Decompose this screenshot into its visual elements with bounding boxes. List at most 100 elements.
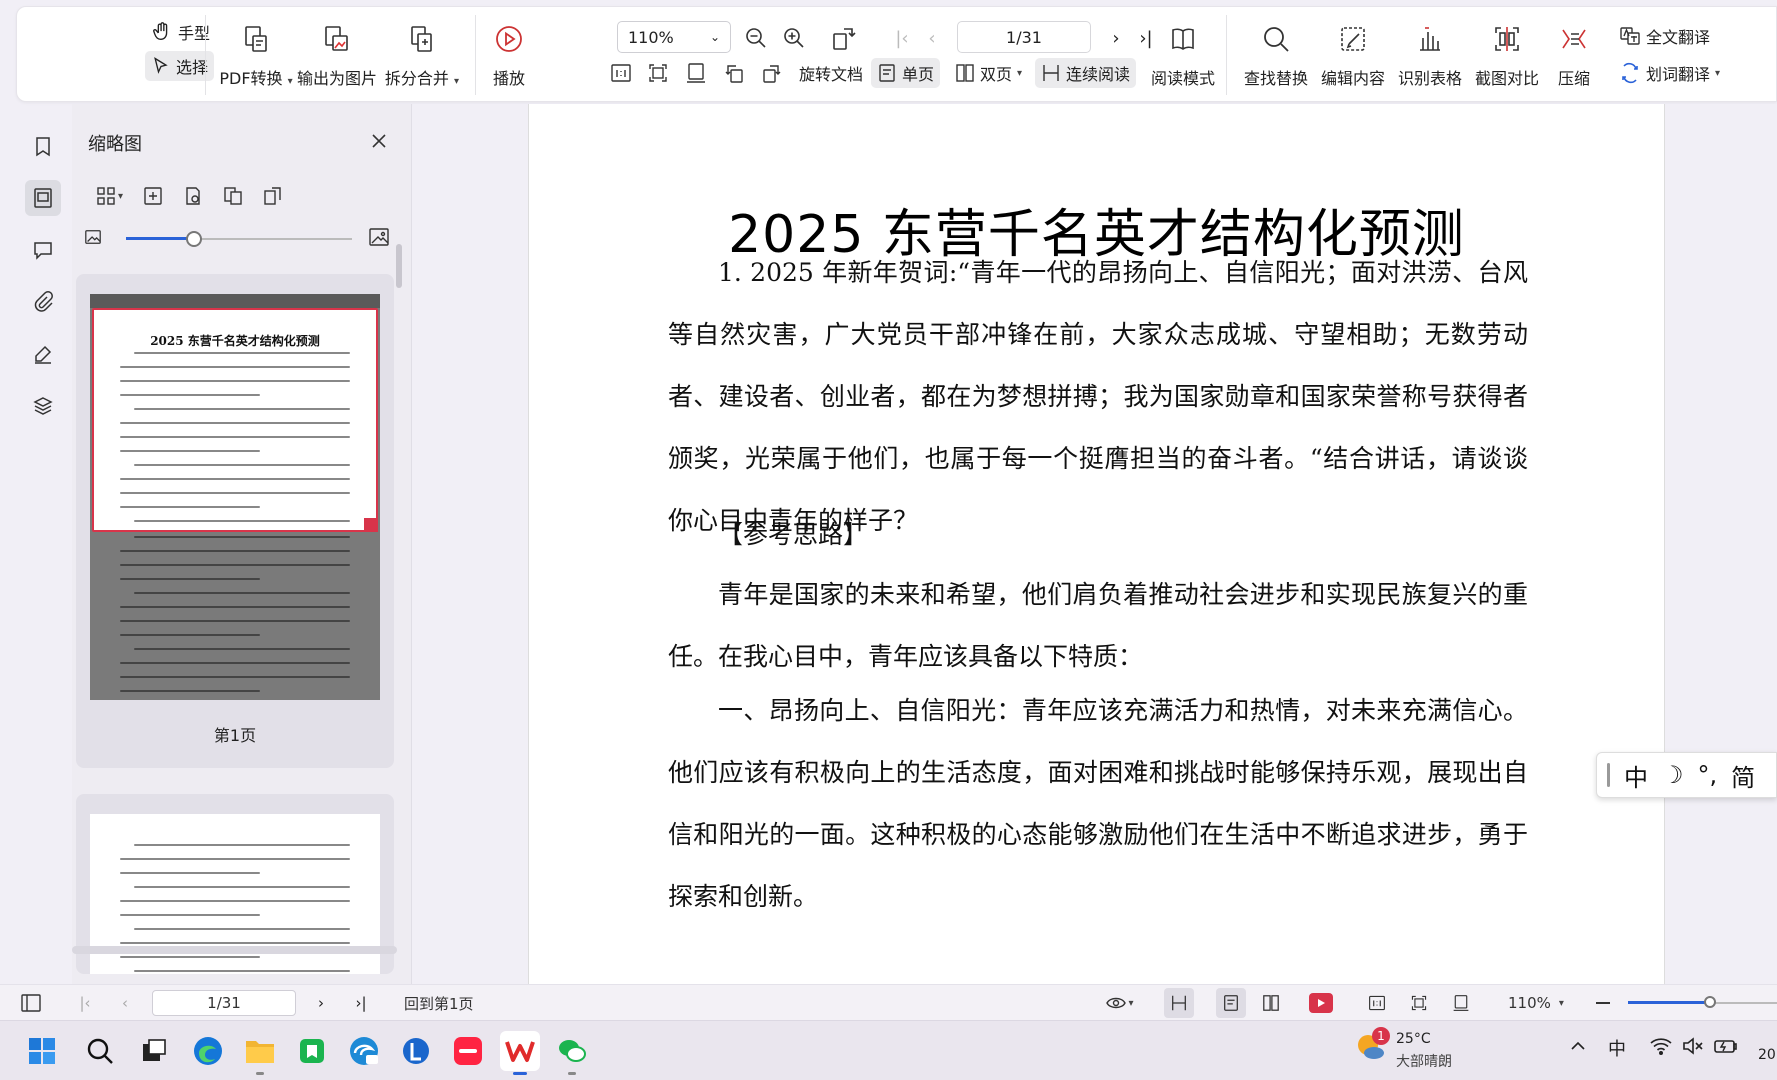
find-replace-button[interactable]: 查找替换: [1237, 19, 1315, 89]
status-continuous-button[interactable]: [1164, 988, 1194, 1018]
word-translate-button[interactable]: 划词翻译 ▾: [1613, 58, 1726, 88]
ime-moon-icon[interactable]: ☽: [1662, 761, 1684, 789]
ime-punct-toggle[interactable]: °,: [1698, 761, 1718, 789]
play-button[interactable]: 播放: [479, 19, 539, 89]
battery-icon[interactable]: [1714, 1037, 1738, 1055]
recognize-table-button[interactable]: 识别表格: [1391, 19, 1469, 89]
fit-width-button[interactable]: [681, 58, 711, 88]
back-to-first-link[interactable]: 回到第1页: [404, 991, 474, 1015]
thumbnail-text-line: [120, 380, 350, 382]
thumbnail-text-line: [134, 970, 350, 972]
lenovo-app[interactable]: [396, 1031, 436, 1071]
toggle-sidebar-button[interactable]: [16, 988, 46, 1018]
volume-muted-icon[interactable]: [1682, 1037, 1704, 1055]
zoom-select[interactable]: 110% ⌄: [617, 21, 731, 53]
large-thumbnail-icon[interactable]: [368, 226, 390, 248]
rotate-right-button[interactable]: [757, 58, 787, 88]
zoom-out-button[interactable]: [741, 23, 771, 53]
comments-button[interactable]: [25, 232, 61, 268]
next-page-button[interactable]: ›: [1101, 23, 1131, 53]
first-page-button[interactable]: |‹: [887, 23, 917, 53]
full-translate-button[interactable]: 全文翻译: [1613, 21, 1716, 51]
attachments-button[interactable]: [25, 284, 61, 320]
actual-size-button[interactable]: [606, 58, 636, 88]
fit-page-button[interactable]: [643, 58, 673, 88]
file-explorer-app[interactable]: [240, 1031, 280, 1075]
edit-content-button[interactable]: 编辑内容: [1314, 19, 1392, 89]
ime-drag-handle[interactable]: [1607, 763, 1610, 787]
thumbnail-text-line: [134, 464, 350, 466]
zoom-slider-handle[interactable]: [1703, 996, 1716, 1008]
thumbnail-hscrollbar[interactable]: [72, 946, 397, 954]
edge-ai-app[interactable]: [344, 1031, 384, 1071]
prev-page-button[interactable]: ‹: [917, 23, 947, 53]
wifi-icon[interactable]: [1650, 1037, 1672, 1055]
rotate-left-button[interactable]: [719, 58, 749, 88]
thumbnail-card-1[interactable]: 2025 东营千名英才结构化预测 第1页: [76, 274, 394, 768]
weather-widget-icon[interactable]: 1: [1354, 1027, 1390, 1069]
signature-button[interactable]: [25, 336, 61, 372]
grid-view-icon[interactable]: ▾: [96, 186, 123, 206]
zoom-select-value: 110%: [628, 27, 674, 47]
screenshot-compare-button[interactable]: 截图对比: [1468, 19, 1546, 89]
status-zoom-slider[interactable]: [1628, 996, 1777, 1008]
layers-button[interactable]: [25, 388, 61, 424]
select-tool-button[interactable]: 选择: [145, 51, 215, 81]
tray-ime-indicator[interactable]: 中: [1608, 1035, 1626, 1061]
status-next-page-button[interactable]: ›: [306, 988, 336, 1018]
slider-handle[interactable]: [185, 231, 202, 247]
status-play-button[interactable]: [1306, 988, 1336, 1018]
extract-page-icon[interactable]: [263, 186, 283, 206]
small-thumbnail-icon[interactable]: [84, 228, 102, 246]
zoom-in-button[interactable]: [779, 23, 809, 53]
eye-mode-button[interactable]: ▾: [1098, 988, 1142, 1018]
status-page-input[interactable]: 1/31: [152, 990, 296, 1016]
status-zoom-out-button[interactable]: [1588, 988, 1618, 1018]
tray-overflow-icon[interactable]: [1570, 1041, 1586, 1051]
compress-button[interactable]: 压缩: [1545, 19, 1603, 89]
export-image-button[interactable]: 输出为图片: [295, 19, 379, 89]
page-number-input[interactable]: 1/31: [957, 21, 1091, 53]
find-replace-label: 查找替换: [1243, 69, 1308, 88]
thumbnail-size-slider[interactable]: [126, 231, 352, 247]
bookmark-app[interactable]: [292, 1031, 332, 1071]
status-last-page-button[interactable]: ›|: [346, 988, 376, 1018]
status-prev-page-button[interactable]: ‹: [110, 988, 140, 1018]
status-fit-page-button[interactable]: [1404, 988, 1434, 1018]
thumbnail-text-line: [120, 634, 260, 636]
insert-page-icon[interactable]: [143, 186, 163, 206]
replace-page-icon[interactable]: [223, 186, 243, 206]
reading-mode-button[interactable]: 阅读模式: [1147, 19, 1219, 89]
status-zoom-select[interactable]: 110% ▾: [1508, 991, 1564, 1015]
rotate-doc-button[interactable]: 旋转文档: [793, 58, 869, 88]
thumbnail-button[interactable]: [25, 180, 61, 216]
single-page-icon: [1222, 994, 1240, 1012]
status-double-page-button[interactable]: [1256, 988, 1286, 1018]
search-button[interactable]: [80, 1031, 120, 1071]
edge-app[interactable]: [188, 1031, 228, 1071]
task-view-button[interactable]: [134, 1031, 174, 1071]
ime-lang-toggle[interactable]: 中: [1624, 758, 1648, 793]
page-settings-icon[interactable]: [183, 186, 203, 206]
double-page-button[interactable]: 双页 ▾: [949, 58, 1028, 88]
wps-app[interactable]: [500, 1031, 540, 1075]
bookmark-button[interactable]: [25, 128, 61, 164]
status-fit-width-button[interactable]: [1446, 988, 1476, 1018]
thumbnail-vscrollbar[interactable]: [396, 244, 402, 288]
thumbnail-text-line: [120, 506, 260, 508]
status-first-page-button[interactable]: |‹: [70, 988, 100, 1018]
document-viewport[interactable]: 2025 东营千名英才结构化预测 1. 2025 年新年贺词:“青年一代的昂扬向…: [413, 104, 1777, 984]
xiaohongshu-app[interactable]: [448, 1031, 488, 1071]
start-button[interactable]: [22, 1031, 62, 1071]
ime-mode-toggle[interactable]: 简: [1731, 758, 1755, 793]
single-page-button[interactable]: 单页: [871, 58, 941, 88]
close-panel-button[interactable]: [366, 128, 392, 154]
status-single-page-button[interactable]: [1216, 988, 1246, 1018]
rotate-doc-icon-button[interactable]: [829, 23, 859, 53]
wechat-app[interactable]: [552, 1031, 592, 1075]
split-merge-button[interactable]: 拆分合并 ▾: [379, 19, 465, 89]
continuous-reading-button[interactable]: 连续阅读: [1035, 58, 1137, 88]
pdf-convert-button[interactable]: PDF转换 ▾: [217, 19, 295, 89]
status-actual-size-button[interactable]: [1362, 988, 1392, 1018]
thumbnail-viewport-box[interactable]: 2025 东营千名英才结构化预测: [92, 308, 378, 532]
